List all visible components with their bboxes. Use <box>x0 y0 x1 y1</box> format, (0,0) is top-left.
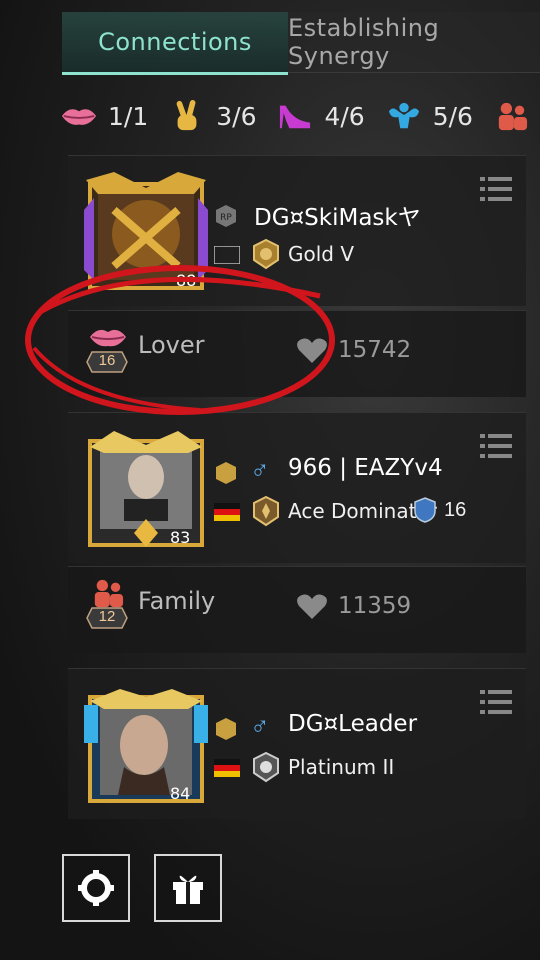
gender-male-icon: ♂ <box>250 711 270 741</box>
flag-germany-icon <box>214 759 240 777</box>
stat-bestie: 4/6 <box>276 100 365 132</box>
flag-icon <box>214 246 240 264</box>
family-icon <box>94 579 124 608</box>
avatar-frame[interactable]: 83 <box>84 427 208 551</box>
stat-buddy-value: 5/6 <box>432 101 473 131</box>
menu-icon[interactable] <box>480 431 512 461</box>
player-card[interactable]: 84 ♂ DG¤Leader Platinum II <box>68 668 526 819</box>
intimacy-value: 15742 <box>338 337 412 363</box>
relationship-type: Family <box>138 587 216 615</box>
lips-icon <box>90 329 126 347</box>
lips-icon <box>61 109 97 125</box>
relationship-level-badge: 12 <box>86 607 128 629</box>
stat-friend: 3/6 <box>168 100 256 132</box>
avatar-frame[interactable]: 84 <box>84 683 208 807</box>
relationship-row-family[interactable]: 12 Family 11359 <box>68 566 526 653</box>
gift-icon <box>173 875 203 904</box>
relationship-row-lover[interactable]: 16 Lover 15742 <box>68 310 526 397</box>
stat-lover-value: 1/1 <box>108 101 149 131</box>
rp-badge-icon <box>216 718 236 740</box>
gear-icon <box>78 870 114 906</box>
heart-icon <box>297 338 327 363</box>
stat-lover: 1/1 <box>60 100 148 132</box>
tab-establishing-synergy[interactable]: Establishing Synergy <box>288 12 540 73</box>
relationship-level-text: 16 <box>98 352 116 369</box>
rank-ace-icon <box>253 495 279 527</box>
player-name: DG¤Leader <box>288 711 418 737</box>
tab-connections[interactable]: Connections <box>62 12 288 75</box>
svg-text:83: 83 <box>170 528 190 547</box>
settings-button[interactable] <box>62 854 130 922</box>
stat-friend-value: 3/6 <box>216 101 257 131</box>
tier-level: 16 <box>444 499 467 521</box>
rank-gold-icon <box>253 238 279 270</box>
high-heel-icon <box>280 105 311 129</box>
family-icon <box>498 102 527 131</box>
gift-button[interactable] <box>154 854 222 922</box>
rank-platinum-icon <box>253 751 279 783</box>
svg-text:84: 84 <box>170 784 190 803</box>
player-name: DG¤SkiMaskヤ <box>254 205 421 231</box>
heart-icon <box>297 594 327 619</box>
flag-germany-icon <box>214 503 240 521</box>
avatar-frame[interactable]: 88 <box>84 170 208 294</box>
player-card[interactable]: 88 RP DG¤SkiMaskヤ Gold V <box>68 155 526 306</box>
rp-badge-icon: RP <box>216 205 236 227</box>
player-name: 966 | EAZYv4 <box>288 455 443 481</box>
rank-text: Platinum II <box>288 755 395 779</box>
stat-bestie-value: 4/6 <box>324 101 365 131</box>
player-card[interactable]: 83 ♂ 966 | EAZYv4 Ace Dominator 16 <box>68 412 526 563</box>
menu-icon[interactable] <box>480 687 512 717</box>
menu-icon[interactable] <box>480 174 512 204</box>
rank-text: Gold V <box>288 242 355 266</box>
tier-shield-icon <box>414 497 436 523</box>
relationship-level-text: 12 <box>98 608 116 625</box>
svg-text:RP: RP <box>220 213 232 223</box>
peace-hand-icon <box>176 100 197 131</box>
relationship-level-badge: 16 <box>86 351 128 373</box>
rp-badge-icon <box>216 462 236 484</box>
stat-buddy: 5/6 <box>385 100 473 132</box>
stat-family <box>493 100 531 132</box>
relationship-type: Lover <box>138 331 205 359</box>
svg-text:88: 88 <box>176 271 196 290</box>
relationship-stats: 1/1 3/6 4/6 5/6 <box>60 94 540 138</box>
tab-bar: Connections Establishing Synergy <box>62 12 540 75</box>
gender-male-icon: ♂ <box>250 455 270 485</box>
muscle-icon <box>388 102 419 129</box>
intimacy-value: 11359 <box>338 593 412 619</box>
